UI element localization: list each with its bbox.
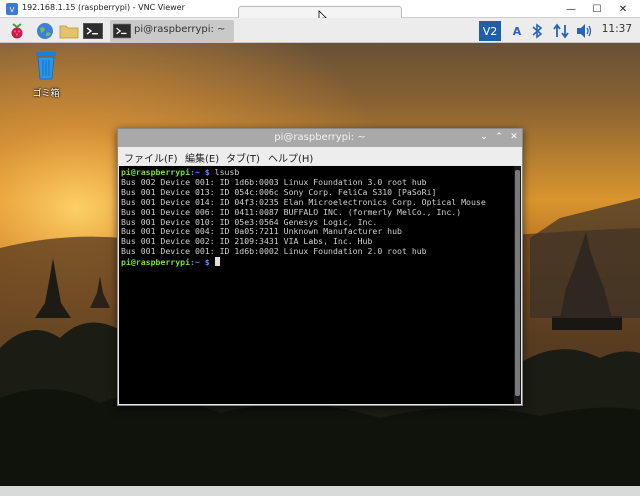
menu-file[interactable]: ファイル(F): [124, 150, 178, 165]
input-method-indicator[interactable]: A: [506, 20, 528, 42]
network-icon[interactable]: [550, 20, 572, 42]
terminal-lines: pi@raspberrypi:~ $ lsusb Bus 002 Device 0…: [121, 167, 486, 268]
vnc-server-icon[interactable]: V2: [478, 20, 502, 42]
prompt-path: :~ $: [190, 167, 210, 177]
menu-edit[interactable]: 編集(E): [185, 150, 219, 165]
vnc-window-title: 192.168.1.15 (raspberrypi) - VNC Viewer: [22, 3, 185, 12]
folder-icon[interactable]: [58, 20, 80, 42]
command-text: lsusb: [214, 167, 240, 177]
terminal-scrollbar-thumb[interactable]: [515, 170, 520, 396]
taskbar-task-label: pi@raspberrypi: ~: [134, 24, 226, 35]
volume-icon[interactable]: [574, 20, 596, 42]
terminal-icon[interactable]: [82, 20, 104, 42]
terminal-minimize-button[interactable]: ⌄: [478, 131, 490, 144]
pi-taskbar: pi@raspberrypi: ~ V2 A 11:37: [0, 18, 640, 43]
svg-text:V: V: [10, 6, 15, 14]
trash-icon: [36, 52, 56, 80]
terminal-menubar: ファイル(F) 編集(E) タブ(T) ヘルプ(H): [118, 147, 522, 165]
terminal-maximize-button[interactable]: ⌃: [493, 131, 505, 144]
taskbar-task-terminal[interactable]: pi@raspberrypi: ~: [110, 20, 234, 42]
terminal-scrollbar[interactable]: [514, 166, 521, 404]
text-cursor: [214, 257, 220, 267]
vnc-app-icon: V: [6, 3, 18, 15]
screen: V 192.168.1.15 (raspberrypi) - VNC Viewe…: [0, 0, 640, 496]
maximize-button[interactable]: ☐: [586, 0, 608, 18]
trash-label: ゴミ箱: [32, 89, 60, 99]
terminal-close-button[interactable]: ✕: [508, 131, 520, 144]
prompt-user: pi@raspberrypi: [121, 257, 191, 268]
bluetooth-icon[interactable]: [526, 20, 548, 42]
terminal-window: pi@raspberrypi: ~ ⌄ ⌃ ✕ ファイル(F) 編集(E) タブ…: [117, 128, 523, 406]
close-button[interactable]: ✕: [612, 0, 634, 18]
terminal-title: pi@raspberrypi: ~: [274, 132, 366, 143]
minimize-button[interactable]: —: [560, 0, 582, 18]
prompt-user: pi@raspberrypi: [121, 167, 191, 177]
prompt-path: :~ $: [190, 257, 210, 268]
raspberry-menu-icon[interactable]: [6, 20, 28, 42]
terminal-output-area[interactable]: pi@raspberrypi:~ $ lsusb Bus 002 Device 0…: [119, 166, 521, 404]
globe-icon[interactable]: [34, 20, 56, 42]
vnc-window-titlebar[interactable]: V 192.168.1.15 (raspberrypi) - VNC Viewe…: [0, 0, 640, 24]
host-bottom-strip: [0, 486, 640, 496]
desktop-trash[interactable]: ゴミ箱: [26, 50, 66, 99]
terminal-task-icon: [113, 23, 131, 39]
menu-help[interactable]: ヘルプ(H): [268, 150, 313, 165]
terminal-prompt-line: pi@raspberrypi:~ $: [121, 257, 486, 268]
svg-text:V2: V2: [483, 25, 498, 38]
terminal-titlebar[interactable]: pi@raspberrypi: ~ ⌄ ⌃ ✕: [118, 129, 522, 147]
menu-tab[interactable]: タブ(T): [226, 150, 260, 165]
taskbar-clock[interactable]: 11:37: [602, 23, 632, 35]
terminal-output-line: Bus 001 Device 001: ID 1d6b:0002 Linux F…: [121, 246, 427, 257]
